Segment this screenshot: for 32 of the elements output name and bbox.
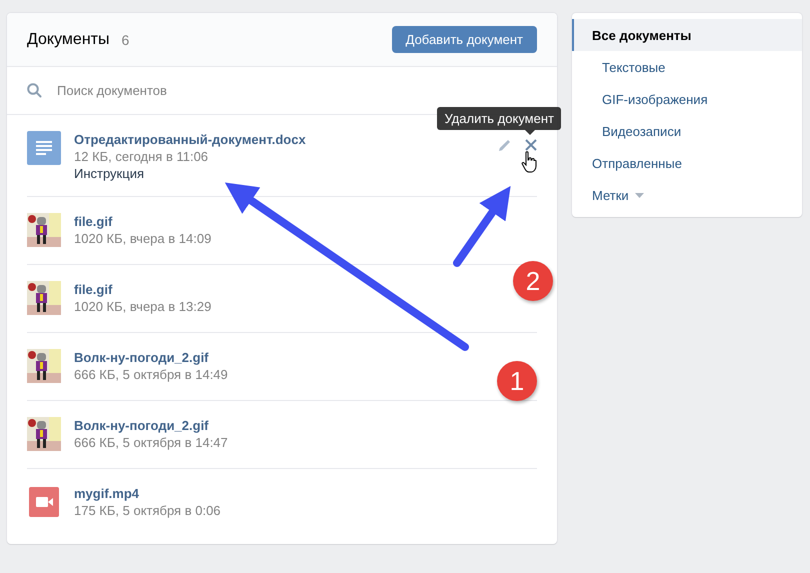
- document-info: 1020 КБ, вчера в 13:29: [74, 298, 212, 315]
- search-icon: [27, 83, 42, 98]
- search-field[interactable]: Поиск документов: [55, 82, 359, 99]
- document-icon: [27, 131, 61, 165]
- sidebar-item[interactable]: Отправленные: [572, 147, 802, 179]
- document-name[interactable]: Отредактированный-документ.docx: [74, 131, 306, 148]
- tooltip: Удалить документ: [437, 107, 561, 135]
- document-info: 1020 КБ, вчера в 14:09: [74, 230, 212, 247]
- hand-cursor-icon: [521, 151, 539, 173]
- video-icon: [27, 485, 61, 519]
- document-count: 6: [121, 32, 130, 48]
- document-name[interactable]: Волк-ну-погоди_2.gif: [74, 349, 209, 366]
- document-info: 666 КБ, 5 октября в 14:47: [74, 434, 228, 451]
- document-info: 666 КБ, 5 октября в 14:49: [74, 366, 228, 383]
- document-description: Инструкция: [74, 165, 144, 182]
- sidebar-item-label: Метки: [592, 188, 629, 202]
- document-name[interactable]: Волк-ну-погоди_2.gif: [74, 417, 209, 434]
- sidebar-item[interactable]: Все документы: [572, 19, 802, 51]
- sidebar-dropdown[interactable]: Метки: [572, 179, 802, 211]
- add-document-button[interactable]: Добавить документ: [392, 26, 537, 53]
- document-info: 12 КБ, сегодня в 11:06: [74, 148, 208, 165]
- sidebar-item[interactable]: Текстовые: [572, 51, 802, 83]
- document-info: 175 КБ, 5 октября в 0:06: [74, 502, 221, 519]
- edit-pencil-icon[interactable]: [499, 139, 511, 151]
- caret-icon: [634, 192, 644, 198]
- document-name[interactable]: file.gif: [74, 213, 112, 230]
- panel-title: Документы: [27, 30, 110, 48]
- document-name[interactable]: mygif.mp4: [74, 485, 140, 502]
- delete-icon[interactable]: [525, 139, 537, 151]
- document-name[interactable]: file.gif: [74, 281, 112, 298]
- sidebar-item[interactable]: Видеозаписи: [572, 115, 802, 147]
- sidebar-item[interactable]: GIF-изображения: [572, 83, 802, 115]
